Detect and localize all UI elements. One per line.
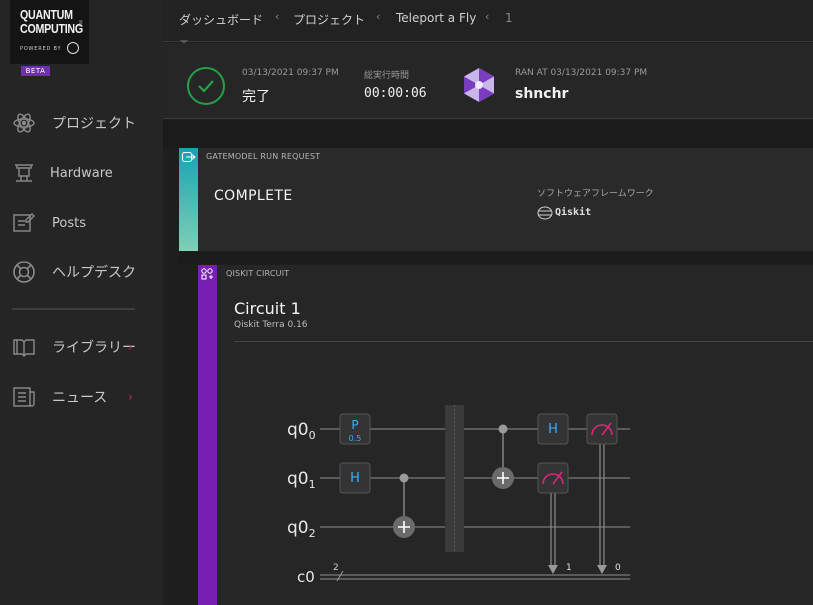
qubit-label-1: q01 (287, 469, 316, 491)
sidebar-item-label: ニュース (52, 390, 108, 406)
breadcrumb-separator-icon: ‹ (275, 10, 280, 23)
breadcrumb-project[interactable]: プロジェクト (293, 11, 365, 28)
breadcrumb-project-name[interactable]: Teleport a Fly (396, 11, 476, 25)
run-ran-at: RAN AT 03/13/2021 09:37 PM (515, 68, 648, 78)
framework-value: Qiskit (555, 207, 592, 218)
atom-icon (13, 113, 35, 133)
breadcrumb-dashboard[interactable]: ダッシュボード (179, 11, 263, 28)
logo-suffix: INC (78, 20, 83, 27)
edit-icon (13, 213, 35, 232)
run-duration-label: 総実行時間 (364, 71, 410, 81)
sidebar-item-label: Posts (52, 215, 86, 231)
breadcrumb: ダッシュボード ‹ プロジェクト ‹ Teleport a Fly ‹ 1 (163, 0, 813, 42)
classical-width: 2 (333, 563, 339, 573)
news-icon (13, 387, 35, 407)
sidebar-item-label: ヘルプデスク (52, 265, 136, 281)
measure-target-label: 1 (566, 563, 572, 573)
request-status: COMPLETE (214, 188, 293, 204)
run-user[interactable]: shnchr (515, 86, 568, 102)
logo-powered-by: POWERED BY (20, 46, 62, 52)
check-circle-icon (187, 67, 225, 105)
breadcrumb-separator-icon: ‹ (485, 10, 490, 23)
p-gate-param: 0.5 (349, 434, 362, 443)
user-avatar (464, 68, 494, 102)
sidebar-item-label: プロジェクト (52, 116, 136, 132)
qubit-label-0: q00 (287, 420, 316, 442)
run-request-card: GATEMODEL RUN REQUEST COMPLETE ソフトウェアフレー… (179, 148, 813, 251)
sidebar-item-label: Hardware (50, 165, 113, 181)
circuit-diagram[interactable]: 2 q00 q01 q02 c0 P 0.5 H H 1 0 (198, 265, 813, 605)
run-status: 完了 (242, 89, 270, 105)
cnot-control[interactable] (498, 424, 508, 434)
arrow-down-icon (548, 565, 558, 574)
circuit-card: QISKIT CIRCUIT Circuit 1 Qiskit Terra 0.… (198, 265, 813, 605)
measure-target-label: 0 (615, 563, 621, 573)
partner-logo-icon (67, 42, 79, 54)
lifebuoy-icon (13, 261, 35, 283)
sidebar-item-label: ライブラリー (52, 340, 136, 356)
cnot-control[interactable] (399, 473, 409, 483)
beta-badge: BETA (21, 66, 50, 76)
sidebar-item-hardware[interactable]: Hardware (0, 155, 163, 191)
framework-label: ソフトウェアフレームワーク (537, 189, 654, 199)
chevron-right-icon: › (128, 390, 133, 404)
request-header: GATEMODEL RUN REQUEST (206, 152, 321, 161)
chevron-right-icon: › (128, 340, 133, 354)
classical-label: c0 (297, 568, 315, 586)
breadcrumb-separator-icon: ‹ (376, 10, 381, 23)
hardware-icon (15, 164, 33, 182)
sidebar-item-news[interactable]: ニュース › (0, 379, 163, 415)
sidebar-item-posts[interactable]: Posts (0, 205, 163, 241)
h-gate-label: H (548, 422, 558, 437)
sidebar: QUANTUM COMPUTING INC POWERED BY BETA プロ… (0, 0, 163, 605)
measure-gate[interactable] (586, 413, 618, 445)
p-gate-label: P (351, 418, 358, 432)
run-duration: 00:00:06 (364, 86, 427, 101)
company-logo[interactable]: QUANTUM COMPUTING INC POWERED BY (10, 0, 89, 64)
request-accent-stripe (179, 148, 198, 251)
sidebar-item-projects[interactable]: プロジェクト (0, 105, 163, 141)
logo-line1: QUANTUM (20, 7, 73, 22)
measure-gate[interactable] (537, 462, 569, 494)
breadcrumb-run-number: 1 (505, 11, 513, 25)
sidebar-divider (12, 308, 135, 310)
sidebar-item-helpdesk[interactable]: ヘルプデスク (0, 254, 163, 290)
run-summary: 03/13/2021 09:37 PM 完了 総実行時間 00:00:06 RA… (163, 43, 813, 119)
book-icon (13, 339, 35, 357)
logo-line2: COMPUTING (20, 21, 83, 36)
run-date: 03/13/2021 09:37 PM (242, 68, 339, 78)
qiskit-logo-icon (537, 206, 553, 220)
qubit-label-2: q02 (287, 518, 316, 540)
section-gap (179, 252, 813, 264)
arrow-down-icon (597, 565, 607, 574)
h-gate-label: H (350, 471, 360, 486)
sidebar-item-library[interactable]: ライブラリー › (0, 329, 163, 365)
login-icon (182, 152, 196, 162)
section-gap (163, 120, 813, 147)
